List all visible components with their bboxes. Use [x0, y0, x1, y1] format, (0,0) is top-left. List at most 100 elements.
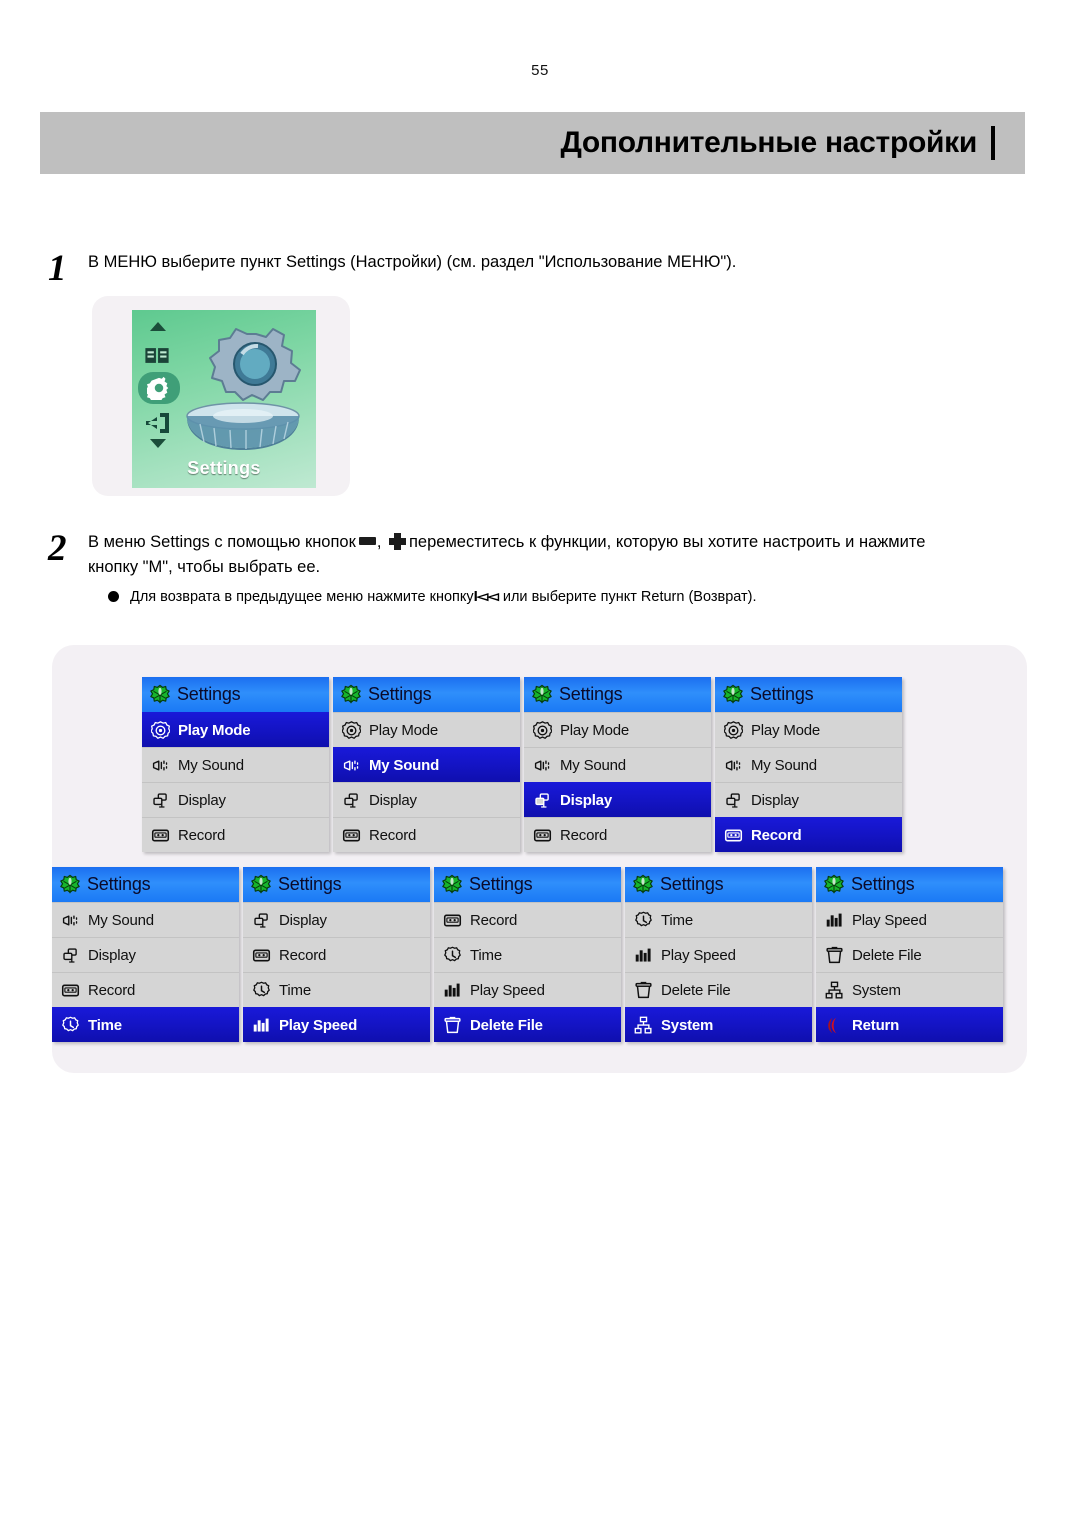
- menu-item-display[interactable]: Display: [333, 782, 520, 817]
- menu-item-my-sound[interactable]: My Sound: [524, 747, 711, 782]
- menu-item-record[interactable]: Record: [434, 902, 621, 937]
- menu-item-my-sound[interactable]: My Sound: [52, 902, 239, 937]
- menu-item-return[interactable]: Return: [816, 1007, 1003, 1042]
- record-icon: [150, 825, 171, 846]
- menu-item-play-speed[interactable]: Play Speed: [625, 937, 812, 972]
- menu-item-time[interactable]: Time: [434, 937, 621, 972]
- menu-item-system[interactable]: System: [816, 972, 1003, 1007]
- menu-item-label: Time: [470, 946, 502, 964]
- settings-menu-screen: Settings Play Mode My Sound Display Reco…: [142, 677, 329, 852]
- menu-title-label: Settings: [177, 684, 241, 704]
- settings-flower-icon: [722, 684, 744, 706]
- my-sound-icon: [532, 755, 553, 776]
- menu-item-display[interactable]: Display: [715, 782, 902, 817]
- menu-item-play-mode[interactable]: Play Mode: [333, 712, 520, 747]
- menu-item-time[interactable]: Time: [625, 902, 812, 937]
- step-2-text-part1: В меню Settings с помощью кнопок: [88, 533, 356, 551]
- time-icon: [251, 980, 272, 1001]
- settings-menu-screen: Settings Play Mode My Sound Display Reco…: [524, 677, 711, 852]
- menu-item-label: Play Speed: [852, 911, 927, 929]
- menu-item-record[interactable]: Record: [142, 817, 329, 852]
- menu-item-system[interactable]: System: [625, 1007, 812, 1042]
- menu-item-label: Display: [369, 791, 417, 809]
- display-icon: [532, 790, 553, 811]
- menu-item-label: My Sound: [88, 911, 154, 929]
- my-sound-icon: [341, 755, 362, 776]
- menu-item-play-speed[interactable]: Play Speed: [816, 902, 1003, 937]
- menu-item-display[interactable]: Display: [142, 782, 329, 817]
- menu-item-display[interactable]: Display: [243, 902, 430, 937]
- page-number: 55: [531, 62, 549, 79]
- menu-item-delete-file[interactable]: Delete File: [434, 1007, 621, 1042]
- menu-title-bar: Settings: [333, 677, 520, 712]
- device-lcd-caption: Settings: [187, 457, 261, 478]
- menu-item-play-speed[interactable]: Play Speed: [434, 972, 621, 1007]
- menu-item-label: Play Mode: [369, 721, 439, 739]
- system-icon: [824, 980, 845, 1001]
- menu-item-label: Time: [279, 981, 311, 999]
- display-icon: [150, 790, 171, 811]
- menu-title-label: Settings: [87, 874, 151, 894]
- disc-illustration-icon: [186, 402, 300, 450]
- menu-item-label: Play Mode: [560, 721, 630, 739]
- menu-title-label: Settings: [851, 874, 915, 894]
- return-icon: [824, 1015, 845, 1036]
- menu-title-bar: Settings: [816, 867, 1003, 902]
- play-speed-icon: [824, 910, 845, 931]
- step-2-text-line-1: В меню Settings с помощью кнопок, переме…: [88, 530, 1033, 555]
- settings-menu-screen: Settings Display Record Time Play Speed: [243, 867, 430, 1042]
- menu-item-play-speed[interactable]: Play Speed: [243, 1007, 430, 1042]
- device-lcd: Settings: [132, 310, 316, 488]
- menu-item-time[interactable]: Time: [52, 1007, 239, 1042]
- menu-item-label: Record: [560, 826, 608, 844]
- menu-item-label: Play Speed: [661, 946, 736, 964]
- menu-item-play-mode[interactable]: Play Mode: [524, 712, 711, 747]
- down-arrow-icon: [150, 439, 166, 448]
- delete-file-icon: [442, 1015, 463, 1036]
- time-icon: [60, 1015, 81, 1036]
- step-2-bullet-part1: Для возврата в предыдущее меню нажмите к…: [130, 589, 474, 605]
- settings-menu-screen: Settings Play Speed Delete File System R…: [816, 867, 1003, 1042]
- step-1-text: В МЕНЮ выберите пункт Settings (Настройк…: [88, 253, 737, 271]
- menu-item-display[interactable]: Display: [524, 782, 711, 817]
- record-icon: [251, 945, 272, 966]
- book-icon: [144, 346, 172, 366]
- menu-item-label: Return: [852, 1016, 900, 1034]
- menu-item-label: Display: [279, 911, 327, 929]
- menu-item-display[interactable]: Display: [52, 937, 239, 972]
- record-icon: [341, 825, 362, 846]
- exit-icon: [142, 410, 174, 436]
- menu-item-record[interactable]: Record: [333, 817, 520, 852]
- device-lcd-icon-rail: [136, 318, 180, 450]
- menu-title-label: Settings: [660, 874, 724, 894]
- menu-item-delete-file[interactable]: Delete File: [625, 972, 812, 1007]
- menu-title-bar: Settings: [625, 867, 812, 902]
- page-header-band: Дополнительные настройки: [40, 112, 1025, 174]
- display-icon: [723, 790, 744, 811]
- menu-item-record[interactable]: Record: [243, 937, 430, 972]
- menu-item-delete-file[interactable]: Delete File: [816, 937, 1003, 972]
- previous-track-button-icon: I◅◅: [473, 588, 499, 605]
- menu-item-record[interactable]: Record: [52, 972, 239, 1007]
- menu-item-label: Delete File: [661, 981, 731, 999]
- settings-menu-screen: Settings Play Mode My Sound Display Reco…: [333, 677, 520, 852]
- delete-file-icon: [824, 945, 845, 966]
- menu-item-record[interactable]: Record: [715, 817, 902, 852]
- display-icon: [341, 790, 362, 811]
- menu-item-time[interactable]: Time: [243, 972, 430, 1007]
- menu-item-my-sound[interactable]: My Sound: [715, 747, 902, 782]
- menu-item-label: My Sound: [178, 756, 244, 774]
- menu-item-play-mode[interactable]: Play Mode: [715, 712, 902, 747]
- menu-item-label: System: [661, 1016, 714, 1034]
- menu-item-my-sound[interactable]: My Sound: [142, 747, 329, 782]
- menu-item-label: Display: [560, 791, 612, 809]
- menu-item-label: Delete File: [852, 946, 922, 964]
- menu-item-my-sound[interactable]: My Sound: [333, 747, 520, 782]
- step-2-number: 2: [48, 528, 67, 569]
- menu-item-play-mode[interactable]: Play Mode: [142, 712, 329, 747]
- step-2-text-part2: ,: [376, 533, 386, 551]
- header-bar-glyph: [991, 126, 995, 160]
- menu-item-record[interactable]: Record: [524, 817, 711, 852]
- settings-flower-icon: [531, 684, 553, 706]
- settings-flower-icon: [59, 874, 81, 896]
